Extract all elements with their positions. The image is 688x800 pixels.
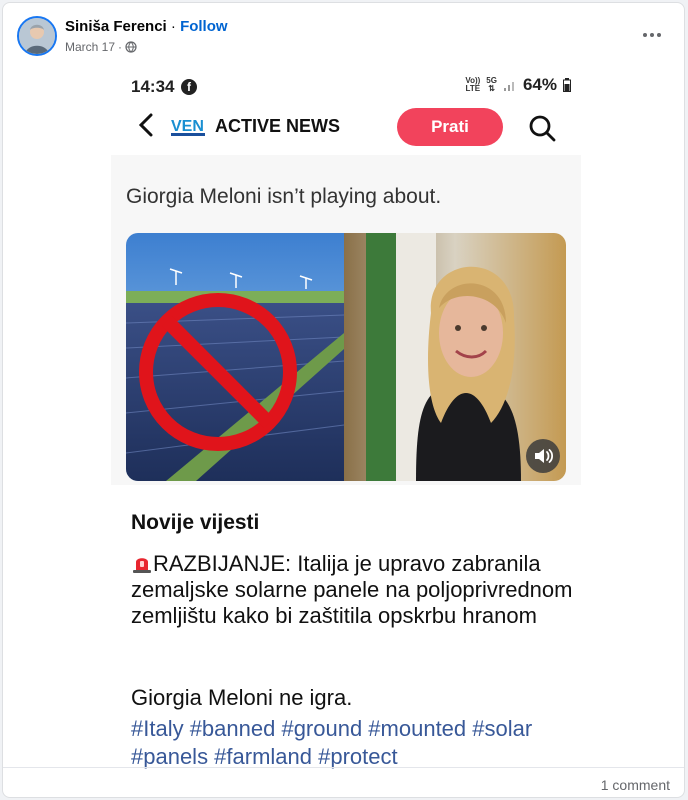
comment-count-link[interactable]: 1 comment — [601, 777, 670, 793]
embedded-tweet: Giorgia Meloni isn’t playing about. — [111, 155, 581, 485]
post-date[interactable]: March 17 — [65, 40, 115, 54]
ellipsis-icon — [643, 33, 661, 37]
globe-icon — [125, 41, 137, 53]
news-body-text: RAZBIJANJE: Italija je upravo zabranila … — [131, 551, 573, 628]
data-indicator: 5G ⇅ — [486, 76, 497, 93]
siren-icon — [133, 558, 151, 573]
media-illustration — [126, 233, 566, 481]
chevron-left-icon — [137, 111, 155, 146]
news-heading: Novije vijesti — [131, 511, 260, 534]
follow-link[interactable]: Follow — [180, 18, 228, 35]
meta-separator: · — [118, 40, 123, 54]
battery-icon — [563, 78, 571, 92]
separator-dot: · — [170, 18, 176, 35]
volume-icon — [535, 449, 554, 463]
news-subline: Giorgia Meloni ne igra. — [131, 685, 353, 710]
status-time: 14:34 — [131, 77, 175, 96]
post-footer: 1 comment — [3, 767, 684, 797]
volte-indicator: Vo)) LTE — [465, 77, 480, 93]
author-name[interactable]: Siniša Ferenci — [65, 18, 167, 35]
brand-name: ACTIVE NEWS — [215, 116, 341, 136]
post-image[interactable]: 14:34 f Vo)) LTE 5G ⇅ 64% VEN ACTIVE NEW… — [3, 67, 684, 769]
phone-status-bar: 14:34 f Vo)) LTE 5G ⇅ 64% — [131, 75, 571, 101]
post-card: Siniša Ferenci · Follow March 17 · 14:34… — [2, 2, 685, 798]
app-bar: VEN ACTIVE NEWS Prati — [131, 105, 571, 151]
lte-label: LTE — [465, 84, 481, 93]
prati-button: Prati — [397, 108, 503, 146]
news-body: RAZBIJANJE: Italija je upravo zabranila … — [131, 551, 581, 629]
logo-text: VEN — [171, 118, 204, 135]
post-meta: March 17 · — [65, 40, 137, 54]
avatar[interactable] — [17, 16, 57, 56]
battery-percent: 64% — [522, 75, 557, 94]
tweet-media — [126, 233, 566, 481]
search-icon — [529, 115, 556, 142]
author-line: Siniša Ferenci · Follow — [65, 18, 228, 35]
post-header: Siniša Ferenci · Follow March 17 · — [3, 3, 684, 67]
tweet-text: Giorgia Meloni isn’t playing about. — [126, 185, 442, 208]
sound-toggle — [526, 439, 560, 473]
hashtags: #Italy #banned #ground #mounted #solar #… — [131, 716, 533, 769]
facebook-icon: f — [181, 79, 197, 95]
ven-logo: VEN — [171, 118, 205, 136]
more-options-button[interactable] — [634, 21, 670, 49]
status-indicators: Vo)) LTE 5G ⇅ 64% — [465, 75, 571, 95]
signal-icon — [503, 82, 514, 91]
